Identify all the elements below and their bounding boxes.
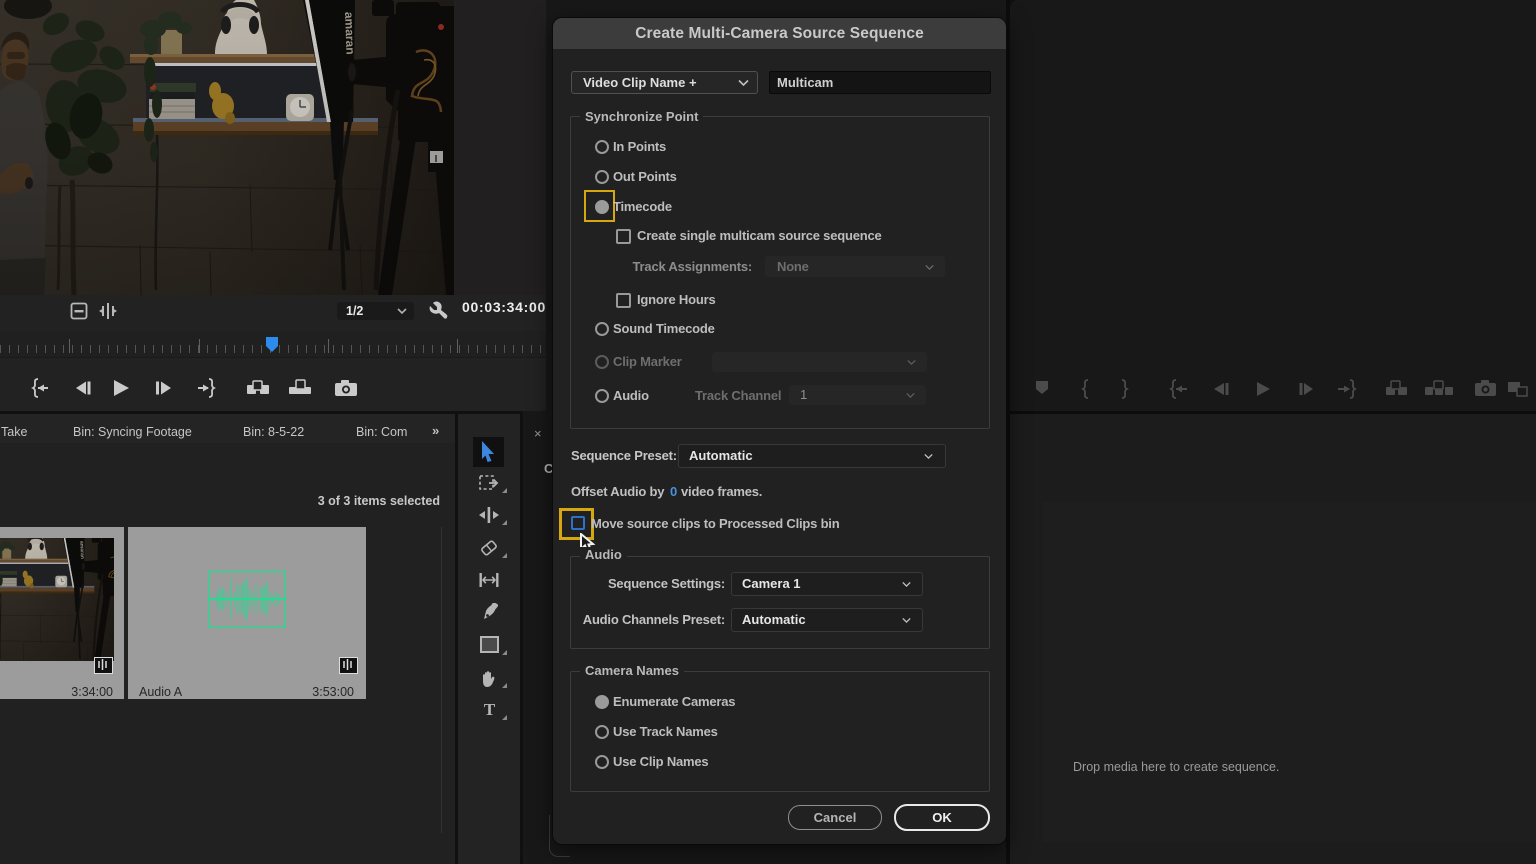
svg-text:T: T: [484, 701, 496, 718]
